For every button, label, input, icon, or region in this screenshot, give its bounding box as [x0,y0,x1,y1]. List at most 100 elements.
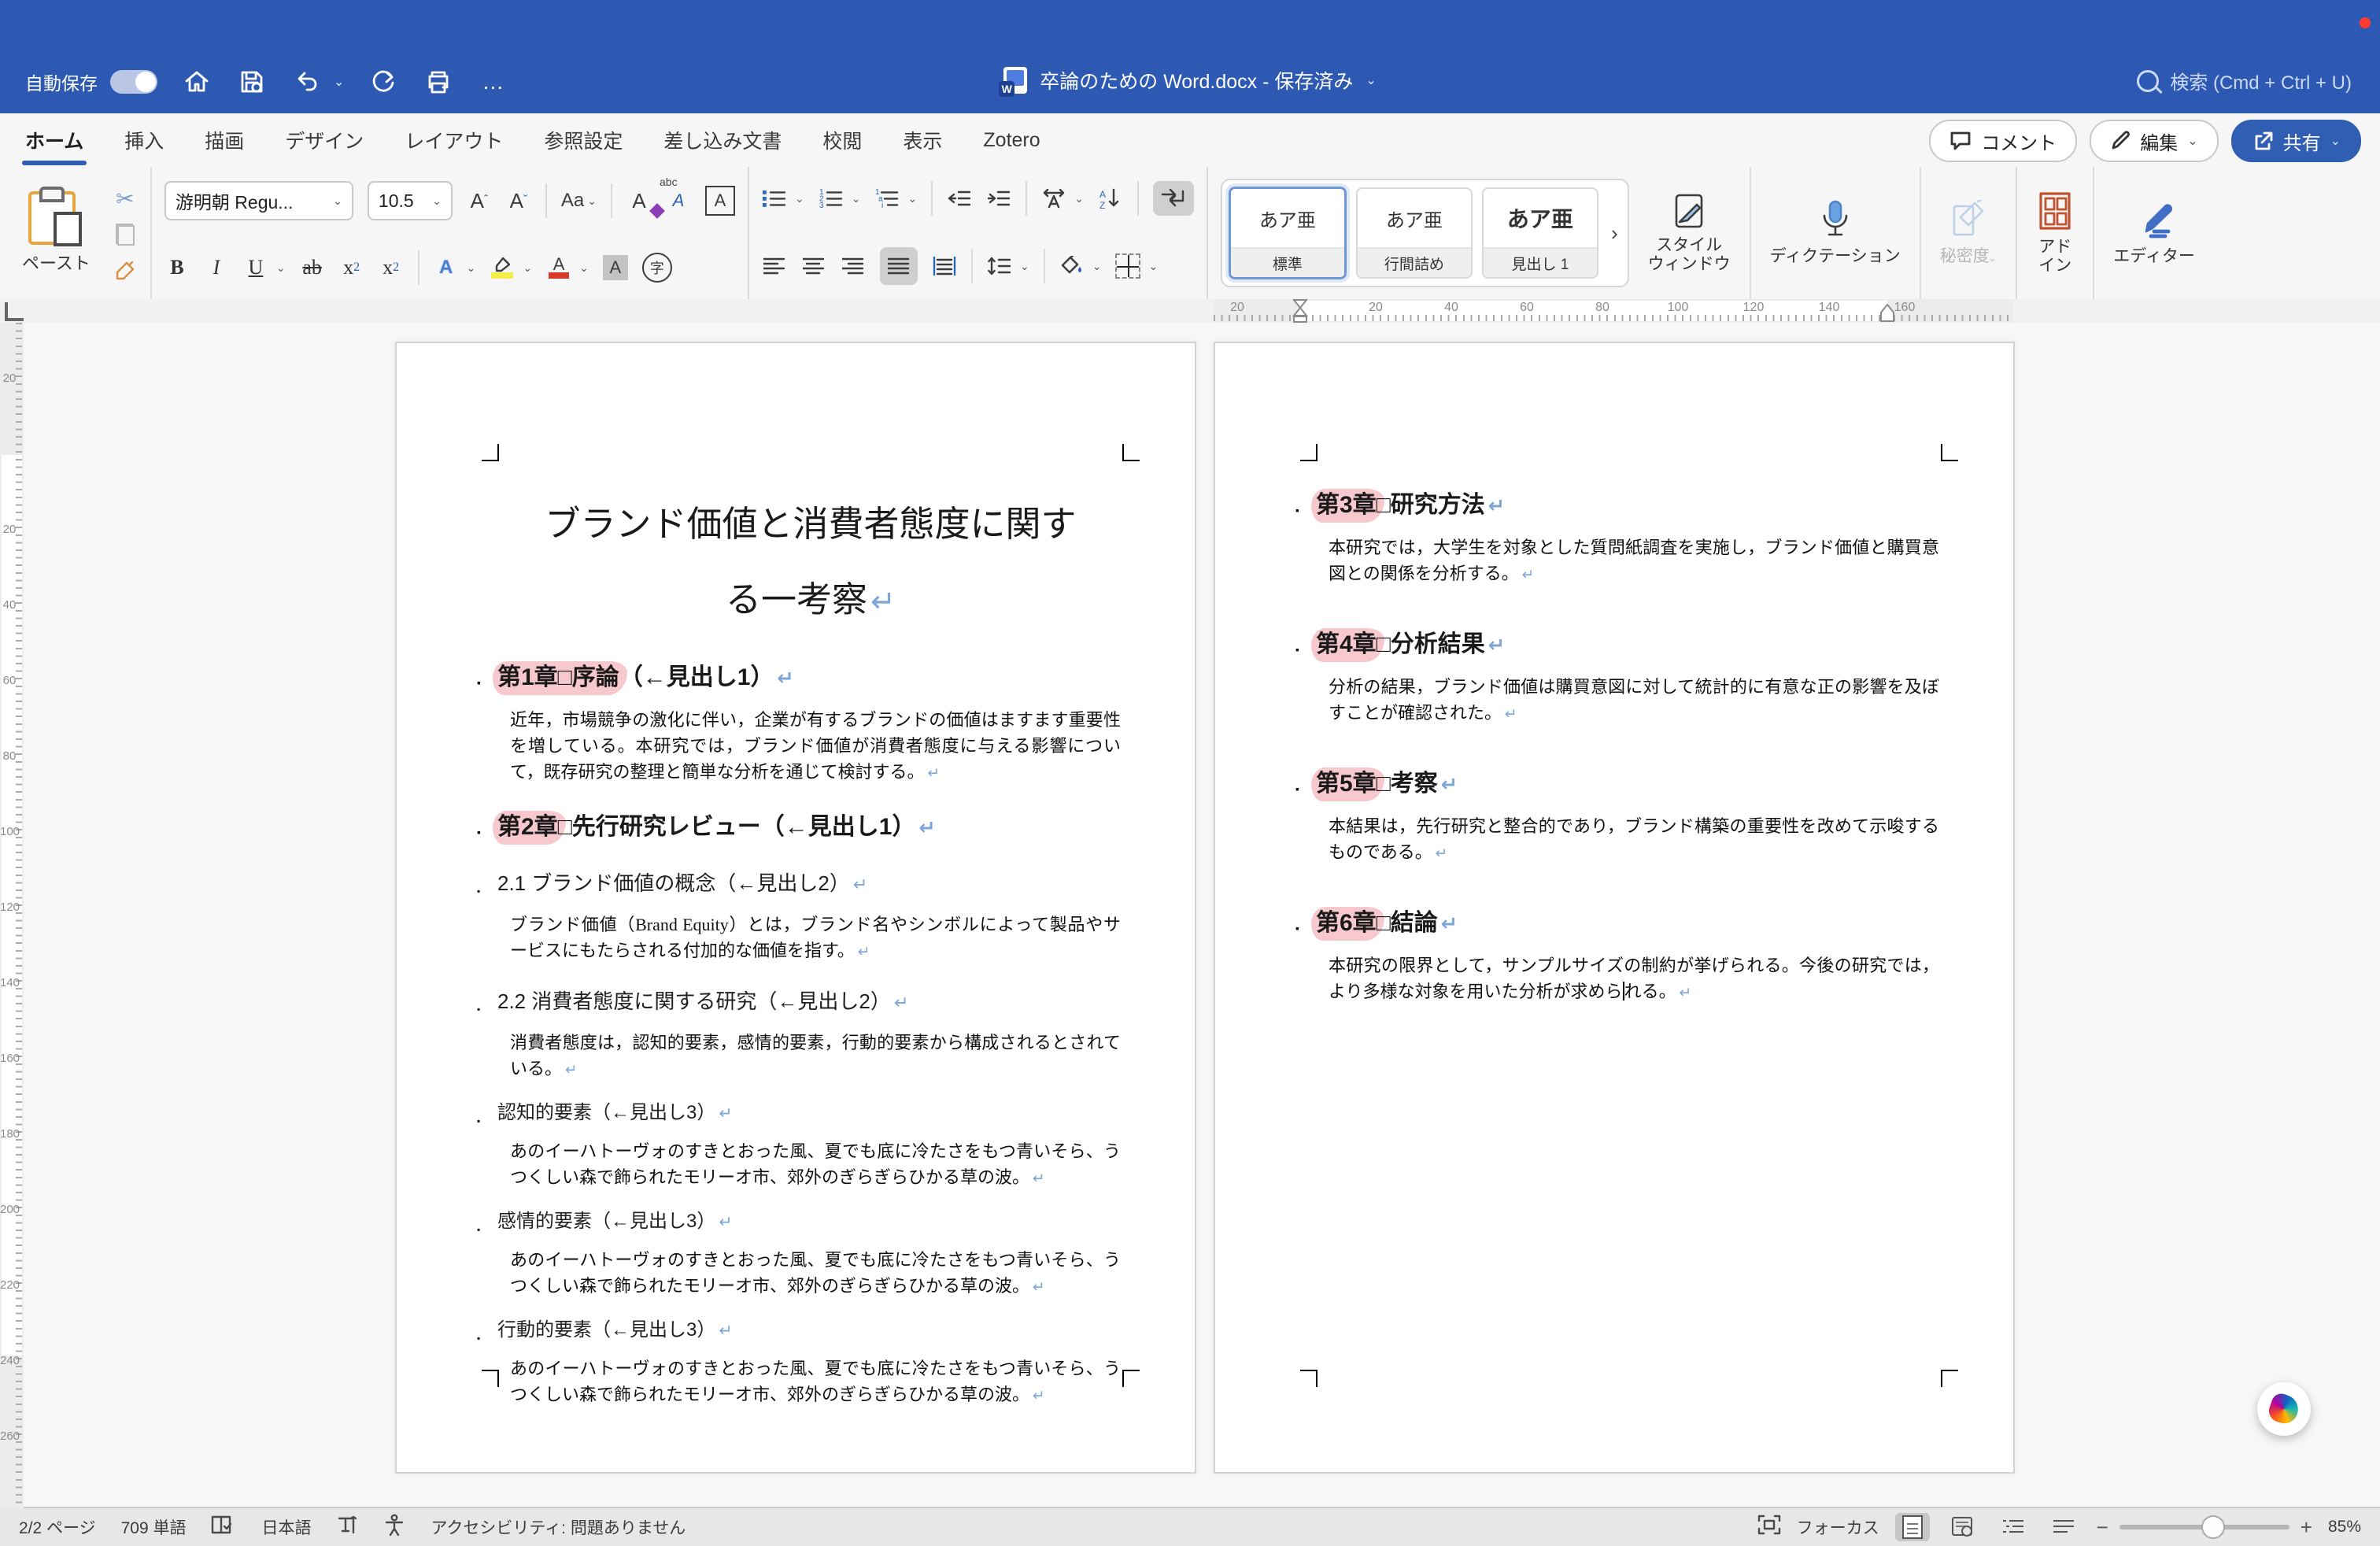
show-paragraph-marks-button[interactable] [1153,181,1194,216]
grow-font-icon[interactable]: Aˆ [467,187,492,215]
tab-mailings[interactable]: 差し込み文書 [663,126,782,154]
copilot-button[interactable] [2257,1382,2311,1436]
zoom-out-icon[interactable]: − [2097,1515,2108,1540]
tab-layout[interactable]: レイアウト [405,126,503,154]
language-indicator[interactable]: 日本語 [261,1515,311,1539]
paragraph-mark: ↵ [1441,773,1458,797]
bold-button[interactable]: B [164,253,190,282]
style-heading1[interactable]: あア亜 見出し 1 [1482,187,1598,279]
zoom-in-icon[interactable]: + [2301,1515,2312,1540]
share-button[interactable]: 共有 ⌄ [2231,120,2361,162]
svg-text:Z: Z [1099,200,1105,209]
outline-view-button[interactable] [1996,1513,2031,1541]
change-case-icon[interactable]: Aa⌄ [561,187,597,215]
tab-zotero[interactable]: Zotero [983,129,1040,152]
strikethrough-button[interactable]: ab [300,253,325,282]
focus-label[interactable]: フォーカス [1797,1515,1879,1539]
clear-formatting-icon[interactable]: A [626,187,652,215]
paste-button[interactable]: ⌄ ペースト [13,188,100,278]
increase-indent-icon[interactable] [986,184,1011,213]
text-check-icon[interactable] [336,1514,358,1540]
title-chevron-icon[interactable]: ⌄ [1366,72,1376,88]
highlight-color-button[interactable] [490,253,515,282]
proofing-icon[interactable] [211,1515,236,1540]
character-shading-button[interactable]: A [603,253,628,282]
align-left-icon[interactable] [762,252,787,280]
document-title-area[interactable]: W 卒論のための Word.docx - 保存済み ⌄ [0,66,2380,94]
line-spacing-icon[interactable] [987,252,1012,280]
draft-view-button[interactable] [2046,1513,2081,1541]
bullet-list-icon[interactable] [762,184,787,213]
tab-insert[interactable]: 挿入 [124,126,164,154]
editor-button[interactable]: エディター [2107,200,2201,266]
svg-text:3: 3 [819,202,824,208]
document-canvas[interactable]: ブランド価値と消費者態度に関す る一考察↵ ▪第1章□序論（←見出し1）↵ 近年… [0,323,2380,1508]
zoom-slider-knob[interactable] [2201,1515,2225,1539]
comments-button[interactable]: コメント [1929,120,2077,162]
tab-references[interactable]: 参照設定 [544,126,623,154]
sort-icon[interactable]: AZ [1098,184,1123,213]
font-size-select[interactable]: 10.5⌄ [368,181,453,220]
style-no-spacing[interactable]: あア亜 行間詰め [1356,187,1473,279]
notification-dot [2360,17,2371,28]
word-count[interactable]: 709 単語 [121,1515,187,1539]
subscript-button[interactable]: x2 [339,253,364,282]
addins-button[interactable]: アドイン [2030,190,2080,276]
superscript-button[interactable]: x2 [379,253,404,282]
borders-icon[interactable] [1115,252,1140,280]
indent-marker-right[interactable] [1879,304,1895,323]
numbered-list-icon[interactable]: 123 [819,184,844,213]
accessibility-icon[interactable] [383,1514,405,1540]
font-color-button[interactable]: A [546,253,571,282]
tab-review[interactable]: 校閲 [822,126,862,154]
style-window-button[interactable]: スタイルウィンドウ [1642,192,1737,274]
font-name-select[interactable]: 游明朝 Regu...⌄ [164,181,353,220]
page-1[interactable]: ブランド価値と消費者態度に関す る一考察↵ ▪第1章□序論（←見出し1）↵ 近年… [395,342,1196,1474]
copy-icon[interactable] [113,220,138,249]
tab-design[interactable]: デザイン [285,126,364,154]
page-count[interactable]: 2/2 ページ [19,1515,96,1539]
character-border-icon[interactable]: A [705,187,735,215]
tab-selector-icon[interactable] [5,302,24,321]
horizontal-ruler[interactable]: 20 20 40 60 80 100 120 140 160 [0,299,2380,324]
print-layout-view-button[interactable] [1895,1513,1930,1541]
asian-layout-icon[interactable] [1041,184,1066,213]
page-2[interactable]: ▪第3章□研究方法↵ 本研究では，大学生を対象とした質問紙調査を実施し，ブランド… [1214,342,2015,1474]
tab-view[interactable]: 表示 [903,126,942,154]
accessibility-status[interactable]: アクセシビリティ: 問題ありません [431,1515,686,1539]
phonetic-guide-icon[interactable]: abcA [666,187,691,215]
align-center-icon[interactable] [801,252,826,280]
dictation-button[interactable]: ディクテーション [1764,200,1907,266]
search-box[interactable]: 検索 (Cmd + Ctrl + U) [2137,67,2352,94]
styles-more-icon[interactable]: › [1608,221,1621,246]
paragraph-mark: ↵ [565,1062,578,1078]
underline-button[interactable]: U [243,253,268,282]
justify-icon[interactable] [880,247,918,285]
text-effects-button[interactable]: A [434,253,459,282]
editing-mode-button[interactable]: 編集 ⌄ [2090,120,2218,162]
align-right-icon[interactable] [841,252,866,280]
tab-draw[interactable]: 描画 [205,126,244,154]
crop-mark [1941,444,1958,461]
decrease-indent-icon[interactable] [947,184,972,213]
zoom-slider[interactable] [2119,1525,2289,1529]
shading-icon[interactable] [1059,252,1085,280]
paragraph-mark: ↵ [1488,634,1505,657]
indent-marker-left[interactable] [1292,299,1308,323]
italic-button[interactable]: I [204,253,229,282]
enclose-characters-button[interactable]: 字 [642,253,672,282]
cut-icon[interactable]: ✂ [113,184,138,213]
crop-mark [482,444,499,461]
style-normal[interactable]: あア亜 標準 [1229,187,1347,279]
tab-home[interactable]: ホーム [25,126,83,154]
heading2-2-1: ▪2.1 ブランド価値の概念（←見出し2）↵ [497,866,1124,902]
multilevel-list-icon[interactable]: 1ai [874,184,900,213]
focus-icon[interactable] [1757,1515,1781,1540]
distribute-text-icon[interactable] [932,252,957,280]
shrink-font-icon[interactable]: Aˇ [506,187,531,215]
vertical-ruler[interactable]: 20 20 40 60 80 100 120 140 160 180 200 2… [0,323,24,1508]
format-painter-icon[interactable] [113,257,138,285]
web-layout-view-button[interactable] [1946,1513,1980,1541]
crop-mark [1300,1370,1318,1387]
zoom-percent[interactable]: 85% [2328,1518,2361,1537]
